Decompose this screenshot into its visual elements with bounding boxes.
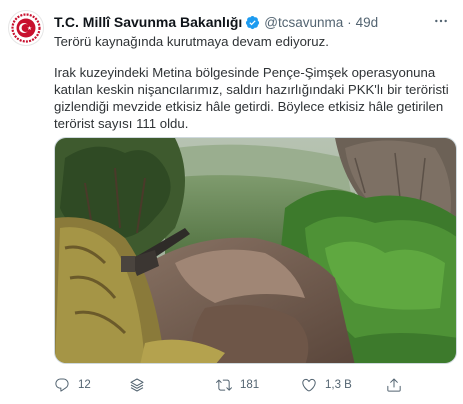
ministry-seal-icon[interactable] <box>8 10 44 46</box>
reply-icon <box>55 378 69 392</box>
tweet-timestamp[interactable]: 49d <box>356 15 379 30</box>
tweet-header: T.C. Millî Savunma Bakanlığı @tcsavunma … <box>54 13 453 31</box>
verified-badge-icon <box>245 15 260 30</box>
like-button[interactable]: 1,3 B <box>301 374 352 396</box>
retweet-icon <box>216 379 232 391</box>
reply-button[interactable]: 12 <box>54 374 91 396</box>
tweet-text-line1: Terörü kaynağında kurutmaya devam ediyor… <box>54 34 329 49</box>
retweet-count: 181 <box>240 379 260 391</box>
tweet-photo[interactable] <box>54 137 457 364</box>
reply-count: 12 <box>78 379 91 391</box>
heart-icon <box>302 378 316 392</box>
author-handle[interactable]: @tcsavunma <box>264 15 343 30</box>
author-name[interactable]: T.C. Millî Savunma Bakanlığı <box>54 14 242 30</box>
retweet-button[interactable]: 181 <box>216 374 259 396</box>
separator-dot: · <box>347 14 352 30</box>
more-options-icon[interactable] <box>431 11 451 31</box>
stack-icon <box>130 378 144 392</box>
like-count: 1,3 B <box>325 379 352 391</box>
tweet-card[interactable]: T.C. Millî Savunma Bakanlığı @tcsavunma … <box>0 0 463 404</box>
tweet-text-body: Irak kuzeyindeki Metina bölgesinde Pençe… <box>54 65 449 131</box>
share-icon <box>387 378 401 392</box>
stack-button[interactable] <box>129 374 145 396</box>
share-button[interactable] <box>386 374 402 396</box>
tweet-actions: 12 181 1,3 B <box>54 374 454 396</box>
